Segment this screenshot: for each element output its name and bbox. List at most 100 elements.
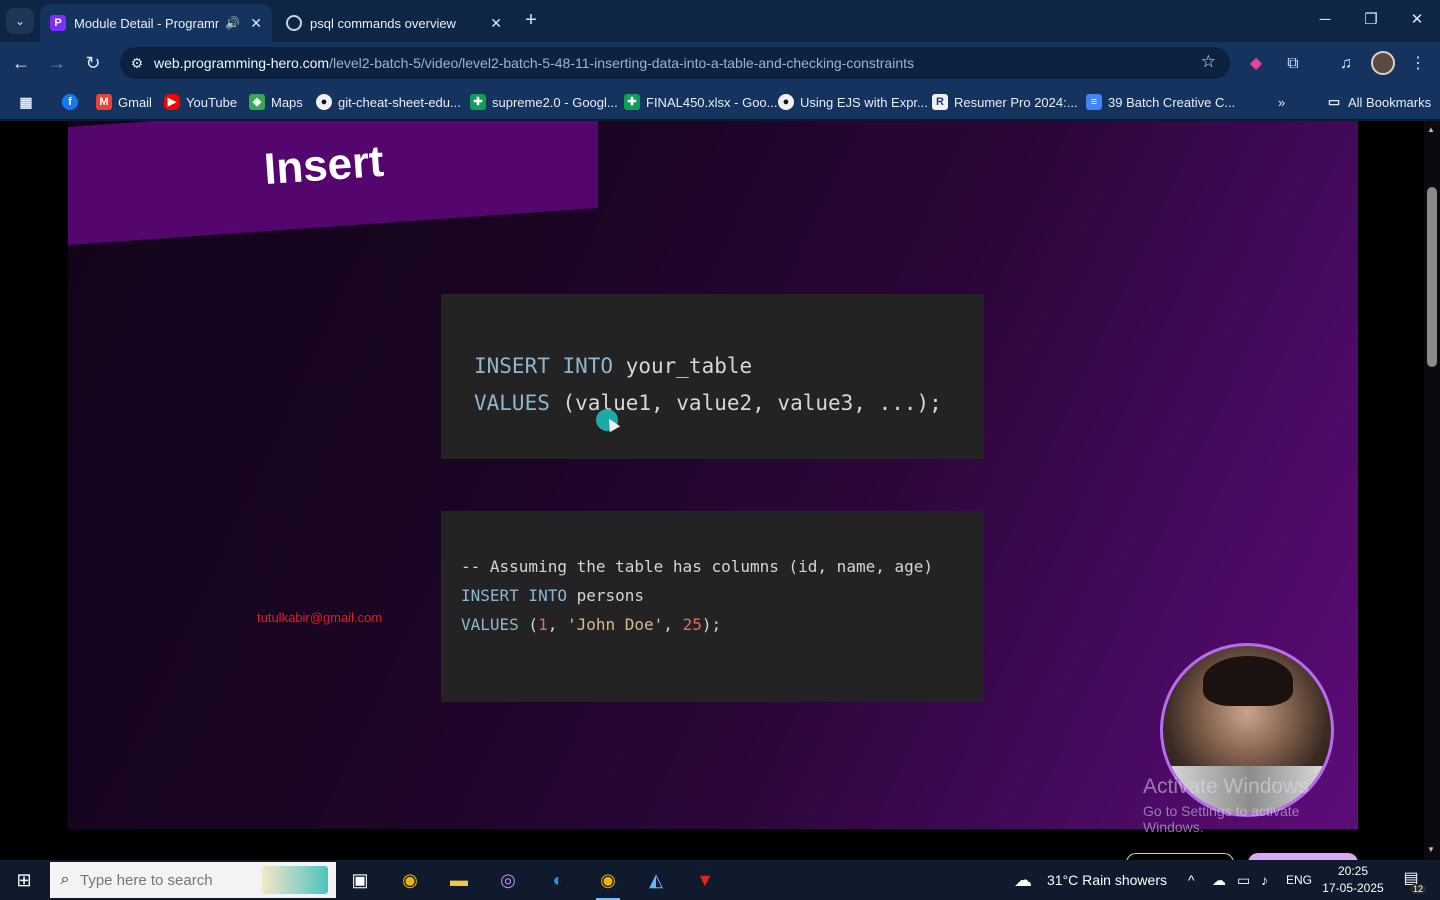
- scrollbar-thumb[interactable]: [1427, 187, 1437, 367]
- tab-title: Module Detail - Programmi: [74, 15, 220, 31]
- network-icon[interactable]: ▭: [1237, 860, 1250, 900]
- onedrive-icon[interactable]: ☁: [1212, 860, 1226, 900]
- vscode-icon[interactable]: ◭: [636, 864, 676, 896]
- site-info-icon[interactable]: ⚙: [120, 55, 154, 72]
- code-block-example: -- Assuming the table has columns (id, n…: [441, 511, 984, 702]
- url-host: web.programming-hero.com: [154, 55, 330, 71]
- minimize-button[interactable]: ─: [1302, 0, 1348, 40]
- github-icon: ●: [778, 94, 794, 110]
- profile-avatar[interactable]: [1371, 51, 1395, 75]
- media-control-icon[interactable]: ♫: [1334, 52, 1358, 76]
- tab-module-detail[interactable]: P Module Detail - Programmi 🔊 ✕: [40, 4, 272, 42]
- facebook-bookmark[interactable]: f: [62, 92, 84, 112]
- chrome-profile-icon[interactable]: ◉: [588, 864, 628, 900]
- search-highlight-image: [262, 866, 328, 894]
- programming-hero-icon: P: [50, 15, 66, 31]
- bookmark-maps[interactable]: ◆ Maps: [249, 92, 303, 112]
- close-tab-icon[interactable]: ✕: [490, 15, 502, 32]
- bookmark-label: Using EJS with Expr...: [800, 94, 928, 110]
- weather-icon[interactable]: ☁: [1014, 860, 1032, 900]
- language-indicator[interactable]: ENG: [1286, 860, 1312, 900]
- activate-windows-watermark: Activate Windows Go to Settings to activ…: [1143, 775, 1358, 835]
- app-icon[interactable]: ◎: [488, 864, 528, 896]
- extension-icon[interactable]: ◆: [1244, 52, 1268, 76]
- address-bar[interactable]: ⚙ web.programming-hero.com /level2-batch…: [120, 47, 1230, 79]
- page-viewport: Insert INSERT INTO your_table VALUES (va…: [0, 121, 1424, 860]
- activate-windows-title: Activate Windows: [1143, 775, 1309, 798]
- bookmark-resumer[interactable]: R Resumer Pro 2024:...: [932, 92, 1078, 112]
- taskbar-search[interactable]: ⌕: [50, 862, 336, 898]
- file-explorer-icon[interactable]: ▬: [439, 864, 479, 896]
- bookmark-label: Maps: [271, 94, 303, 110]
- chrome-icon[interactable]: ◉: [390, 864, 430, 896]
- notification-count: 12: [1409, 884, 1426, 894]
- restore-button[interactable]: ❐: [1348, 0, 1394, 40]
- bookmark-39-batch[interactable]: ≡ 39 Batch Creative C...: [1086, 92, 1235, 112]
- bookmark-label: Gmail: [118, 94, 152, 110]
- taskbar-search-input[interactable]: [80, 871, 250, 889]
- volume-icon[interactable]: ♪: [1261, 860, 1268, 900]
- bookmark-ejs[interactable]: ● Using EJS with Expr...: [778, 92, 928, 112]
- next-button[interactable]: [1248, 853, 1358, 860]
- forward-button[interactable]: →: [44, 50, 70, 76]
- bookmark-final450[interactable]: ✚ FINAL450.xlsx - Goo...: [624, 92, 778, 112]
- facebook-icon: f: [62, 94, 78, 110]
- bookmark-git-cheat-sheet[interactable]: ● git-cheat-sheet-edu...: [316, 92, 461, 112]
- bookmark-supreme[interactable]: ✚ supreme2.0 - Googl...: [470, 92, 618, 112]
- sheets-icon: ✚: [470, 94, 486, 110]
- tab-search-icon[interactable]: ⌄: [6, 8, 34, 34]
- activate-windows-hint: Go to Settings to activate Windows.: [1143, 803, 1300, 835]
- docs-icon: ≡: [1086, 94, 1102, 110]
- resumer-icon: R: [932, 94, 948, 110]
- code-line: INSERT INTO persons: [461, 586, 645, 605]
- close-tab-icon[interactable]: ✕: [250, 15, 262, 32]
- github-icon: ●: [316, 94, 332, 110]
- clock[interactable]: 20:25 17-05-2025: [1318, 863, 1388, 897]
- browser-toolbar: ← → ↻ ⚙ web.programming-hero.com /level2…: [0, 42, 1440, 84]
- previous-button[interactable]: [1126, 853, 1234, 860]
- back-button[interactable]: ←: [8, 50, 34, 76]
- weather-text[interactable]: 31°C Rain showers: [1047, 860, 1167, 900]
- tab-strip: ⌄ P Module Detail - Programmi 🔊 ✕ psql c…: [0, 0, 1440, 42]
- code-line: VALUES (value1, value2, value3, ...);: [474, 391, 942, 415]
- bookmark-label: All Bookmarks: [1348, 94, 1432, 110]
- scroll-down-icon[interactable]: ▼: [1427, 845, 1435, 854]
- speaker-icon[interactable]: 🔊: [225, 16, 240, 30]
- bookmark-star-icon[interactable]: ☆: [1201, 52, 1216, 72]
- bookmark-label: supreme2.0 - Googl...: [492, 94, 618, 110]
- taskbar: ⊞ ⌕ ▣ ◉ ▬ ◎ ◐ ◉ ◭ ▼ ☁ 31°C Rain showers …: [0, 860, 1440, 900]
- reload-button[interactable]: ↻: [80, 50, 106, 76]
- video-player[interactable]: Insert INSERT INTO your_table VALUES (va…: [68, 121, 1358, 835]
- browser-window: ⌄ P Module Detail - Programmi 🔊 ✕ psql c…: [0, 0, 1440, 860]
- windows-start-icon[interactable]: ⊞: [0, 860, 48, 900]
- notifications-icon[interactable]: ▤ 12: [1396, 868, 1426, 894]
- page-scrollbar[interactable]: ▲ ▼: [1424, 121, 1440, 860]
- docker-icon[interactable]: ◐: [538, 864, 578, 896]
- mcafee-icon[interactable]: ▼: [685, 864, 725, 896]
- close-window-button[interactable]: ✕: [1394, 0, 1440, 40]
- slide-title: Insert: [262, 136, 386, 195]
- more-bookmarks-icon[interactable]: »: [1278, 92, 1285, 112]
- bookmark-gmail[interactable]: M Gmail: [96, 92, 152, 112]
- bookmarks-bar: ▦ f M Gmail ▶ YouTube ◆ Maps ● git-cheat-she…: [0, 84, 1440, 120]
- bookmark-label: YouTube: [186, 94, 238, 110]
- maps-icon: ◆: [249, 94, 265, 110]
- new-tab-button[interactable]: +: [518, 8, 544, 34]
- chatgpt-icon: [286, 15, 302, 31]
- extensions-puzzle-icon[interactable]: ⧉: [1281, 52, 1305, 76]
- task-view-icon[interactable]: ▣: [340, 864, 380, 896]
- browser-menu-icon[interactable]: ⋮: [1406, 52, 1430, 76]
- url-path: /level2-batch-5/video/level2-batch-5-48-…: [329, 55, 915, 71]
- code-line: INSERT INTO your_table: [474, 354, 753, 378]
- all-bookmarks-folder[interactable]: ▭ All Bookmarks: [1326, 92, 1431, 112]
- email-watermark: tutulkabir@gmail.com: [257, 610, 383, 625]
- bookmark-youtube[interactable]: ▶ YouTube: [164, 92, 237, 112]
- youtube-icon: ▶: [164, 94, 180, 110]
- scroll-up-icon[interactable]: ▲: [1427, 125, 1435, 134]
- tab-psql-commands[interactable]: psql commands overview ✕: [276, 4, 512, 42]
- code-line: VALUES (1, 'John Doe', 25);: [461, 615, 722, 634]
- bookmark-label: git-cheat-sheet-edu...: [338, 94, 461, 110]
- apps-grid-icon[interactable]: ▦: [18, 92, 40, 112]
- sheets-icon: ✚: [624, 94, 640, 110]
- show-hidden-icons[interactable]: ^: [1188, 860, 1195, 900]
